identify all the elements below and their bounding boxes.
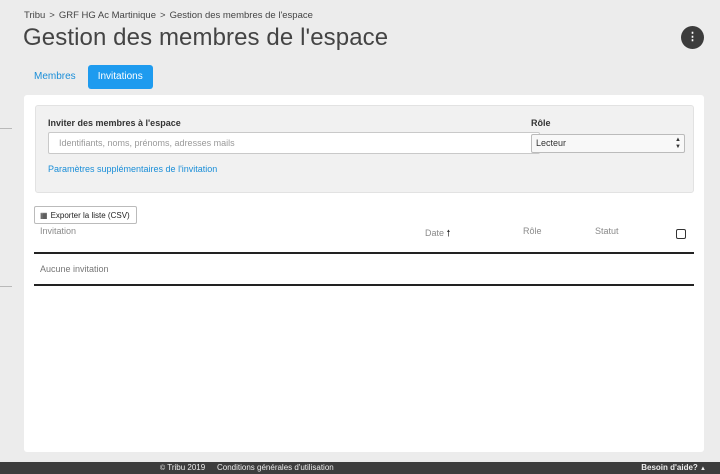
invite-form: Inviter des membres à l'espace Rôle Iden… [35,105,694,193]
invite-search-input[interactable]: Identifiants, noms, prénoms, adresses ma… [48,132,540,154]
sidebar-divider [0,128,12,129]
footer-copyright-text: Tribu 2019 [167,463,206,472]
sidebar-divider [0,286,12,287]
role-select[interactable]: Lecteur ▲ ▼ [531,134,685,153]
help-label: Besoin d'aide? [641,463,698,472]
column-header-status[interactable]: Statut [595,226,619,236]
breadcrumb-separator: > [160,10,166,21]
table-header-divider [34,252,694,254]
select-all-checkbox[interactable] [676,229,686,239]
breadcrumb: Tribu > GRF HG Ac Martinique > Gestion des m… [24,10,313,21]
role-label: Rôle [531,118,551,128]
export-csv-button[interactable]: ▦ Exporter la liste (CSV) [34,206,137,224]
caret-up-icon: ▲ [700,466,706,472]
table-icon: ▦ [40,210,48,220]
export-csv-label: Exporter la liste (CSV) [50,210,130,220]
tab-membres[interactable]: Membres [24,65,86,89]
breadcrumb-item-space[interactable]: GRF HG Ac Martinique [59,10,156,21]
table-bottom-divider [34,284,694,286]
breadcrumb-item-current: Gestion des membres de l'espace [169,10,313,21]
help-button[interactable]: Besoin d'aide? ▲ [641,463,706,472]
invite-extra-settings-link[interactable]: Paramètres supplémentaires de l'invitati… [48,164,217,174]
kebab-menu-icon: ⋮ [687,31,698,43]
footer-terms-link[interactable]: Conditions générales d'utilisation [217,463,334,472]
select-arrows-icon: ▲ ▼ [675,137,681,150]
column-header-role[interactable]: Rôle [523,226,542,236]
copyright-icon: © [160,465,166,472]
column-header-invitation[interactable]: Invitation [40,226,76,236]
page-title: Gestion des membres de l'espace [23,24,389,51]
column-header-date-label: Date [425,228,445,238]
tab-bar: Membres Invitations [24,65,153,89]
arrow-up-icon: 🠕 [446,228,451,238]
role-select-value: Lecteur [536,138,567,148]
breadcrumb-item-home[interactable]: Tribu [24,10,45,21]
footer: © Tribu 2019 Conditions générales d'util… [0,462,720,474]
invitations-panel: Inviter des membres à l'espace Rôle Iden… [24,95,704,452]
footer-copyright: © Tribu 2019 [160,463,205,472]
column-header-date[interactable]: Date 🠕 [425,226,450,242]
breadcrumb-separator: > [49,10,55,21]
tab-invitations[interactable]: Invitations [87,65,153,89]
more-options-button[interactable]: ⋮ [681,26,704,49]
invite-label: Inviter des membres à l'espace [48,118,181,128]
table-empty-message: Aucune invitation [40,264,109,274]
